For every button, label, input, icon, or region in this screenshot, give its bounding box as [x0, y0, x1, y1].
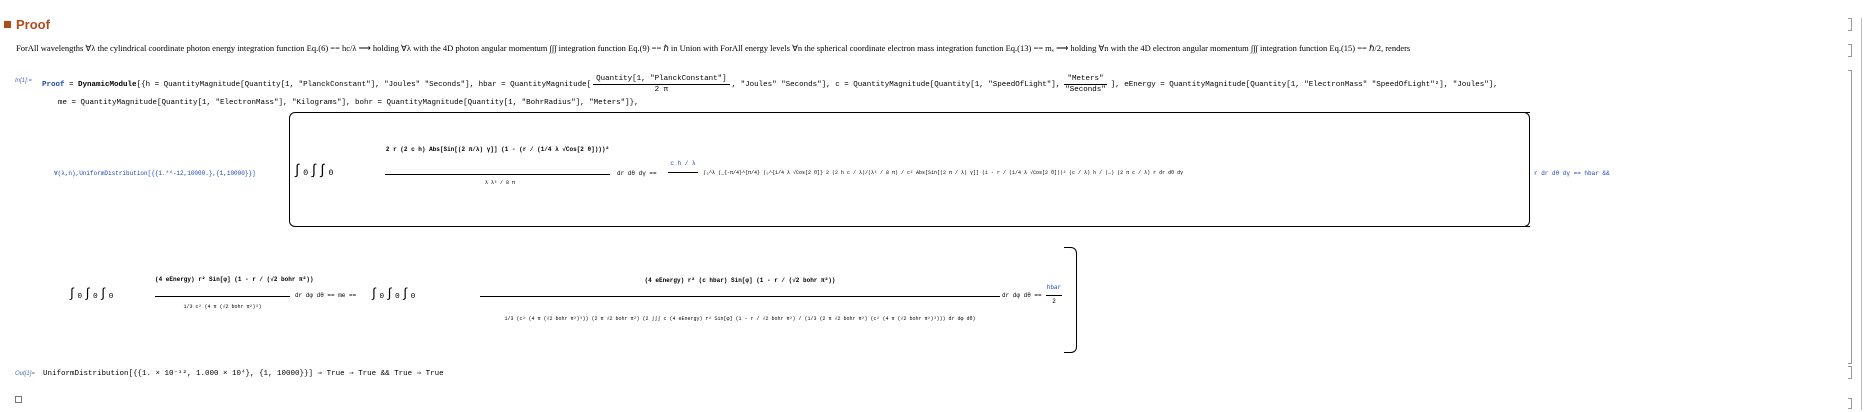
electron-integral-icon: ∫₀∫₀∫₀ [68, 286, 115, 301]
c-units-fraction: "Meters" "Seconds" [1064, 75, 1107, 94]
electron-result-divider [1046, 295, 1062, 296]
hbar-fraction: Quantity[1, "PlanckConstant"] 2 π [593, 75, 730, 94]
electron-right-divider [480, 296, 1000, 297]
electron-right-integral-icon: ∫₀∫₀∫₀ [370, 286, 417, 301]
cell-bracket-text[interactable] [1848, 44, 1852, 57]
input-line-1[interactable]: Proof = DynamicModule [ {h = QuantityMag… [42, 75, 1498, 94]
input-line-2[interactable]: me = QuantityMagnitude[Quantity[1, "Elec… [58, 99, 639, 107]
electron-left-divider [155, 296, 290, 297]
electron-left-numerator: (4 eEnergy) r² Sin[φ] (1 - r / (√2 bohr … [155, 276, 314, 283]
proof-symbol: Proof [42, 80, 65, 89]
output-result[interactable]: UniformDistribution[{{1. × 10⁻¹², 1.000 … [43, 368, 444, 378]
cell-bracket-new[interactable] [1848, 398, 1852, 409]
dynamic-module: DynamicModule [78, 80, 137, 89]
cell-bracket-input[interactable] [1848, 70, 1852, 364]
group-bracket[interactable] [1859, 18, 1862, 410]
photon-left-numerator: 2 r (2 c h) Abs[Sin[(2 π/λ) γ]] (1 - (r … [385, 146, 610, 153]
text-cell[interactable]: ForAll wavelengths ∀λ the cylindrical co… [16, 43, 1410, 54]
electron-left-tail: dr dφ dθ == me == [295, 292, 357, 299]
electron-close-paren [1064, 247, 1077, 353]
photon-right-expression: ∫₀^λ ∫_{-π/4}^{π/4} ∫₀^{1/4 λ √Cos[2 θ]}… [703, 170, 1184, 176]
hbar-units: , "Joules" "Seconds"], c = QuantityMagni… [731, 80, 1061, 89]
photon-left-tail: dr dθ dγ == [617, 170, 657, 177]
input-label: In[1]:= [15, 78, 32, 84]
cell-bracket-title[interactable] [1848, 18, 1852, 31]
section-title: Proof [4, 17, 50, 32]
photon-middle-divider [668, 172, 698, 173]
output-label: Out[1]= [15, 371, 35, 377]
photon-left-denominator: λ λ³ / 8 π [484, 180, 515, 186]
electron-tail: dr dφ dθ == [1002, 292, 1042, 299]
photon-end: r dr dθ dγ == hbar && [1534, 170, 1610, 177]
electron-result-denominator: 2 [1052, 298, 1056, 305]
photon-close-paren [1515, 112, 1530, 227]
cell-bracket-output[interactable] [1848, 366, 1852, 379]
section-title-text: Proof [16, 17, 50, 32]
photon-middle: c h / λ [670, 160, 696, 167]
new-cell-icon[interactable] [15, 396, 22, 403]
electron-left-denominator: 1/3 c² (4 π (√2 bohr π²)³) [183, 304, 262, 310]
forall-condition: ∀(λ,n),UniformDistribution[{{1.*^-12,100… [54, 170, 256, 177]
electron-result-numerator: hbar [1046, 284, 1062, 291]
h-definition: {h = QuantityMagnitude[Quantity[1, "Plan… [141, 80, 592, 89]
photon-left-divider [385, 174, 610, 175]
integral-icon: ∫₀∫∫₀ [293, 163, 336, 179]
section-square-icon [4, 21, 11, 28]
electron-right-numerator: (4 eEnergy) r² (c hbar) Sin[φ] (1 - r / … [644, 277, 836, 284]
electron-right-denominator: 1/3 (c² (4 π (√2 bohr π²)³)) (2 π √2 boh… [504, 316, 976, 322]
eenergy-definition: ], eEnergy = QuantityMagnitude[Quantity[… [1110, 80, 1498, 89]
